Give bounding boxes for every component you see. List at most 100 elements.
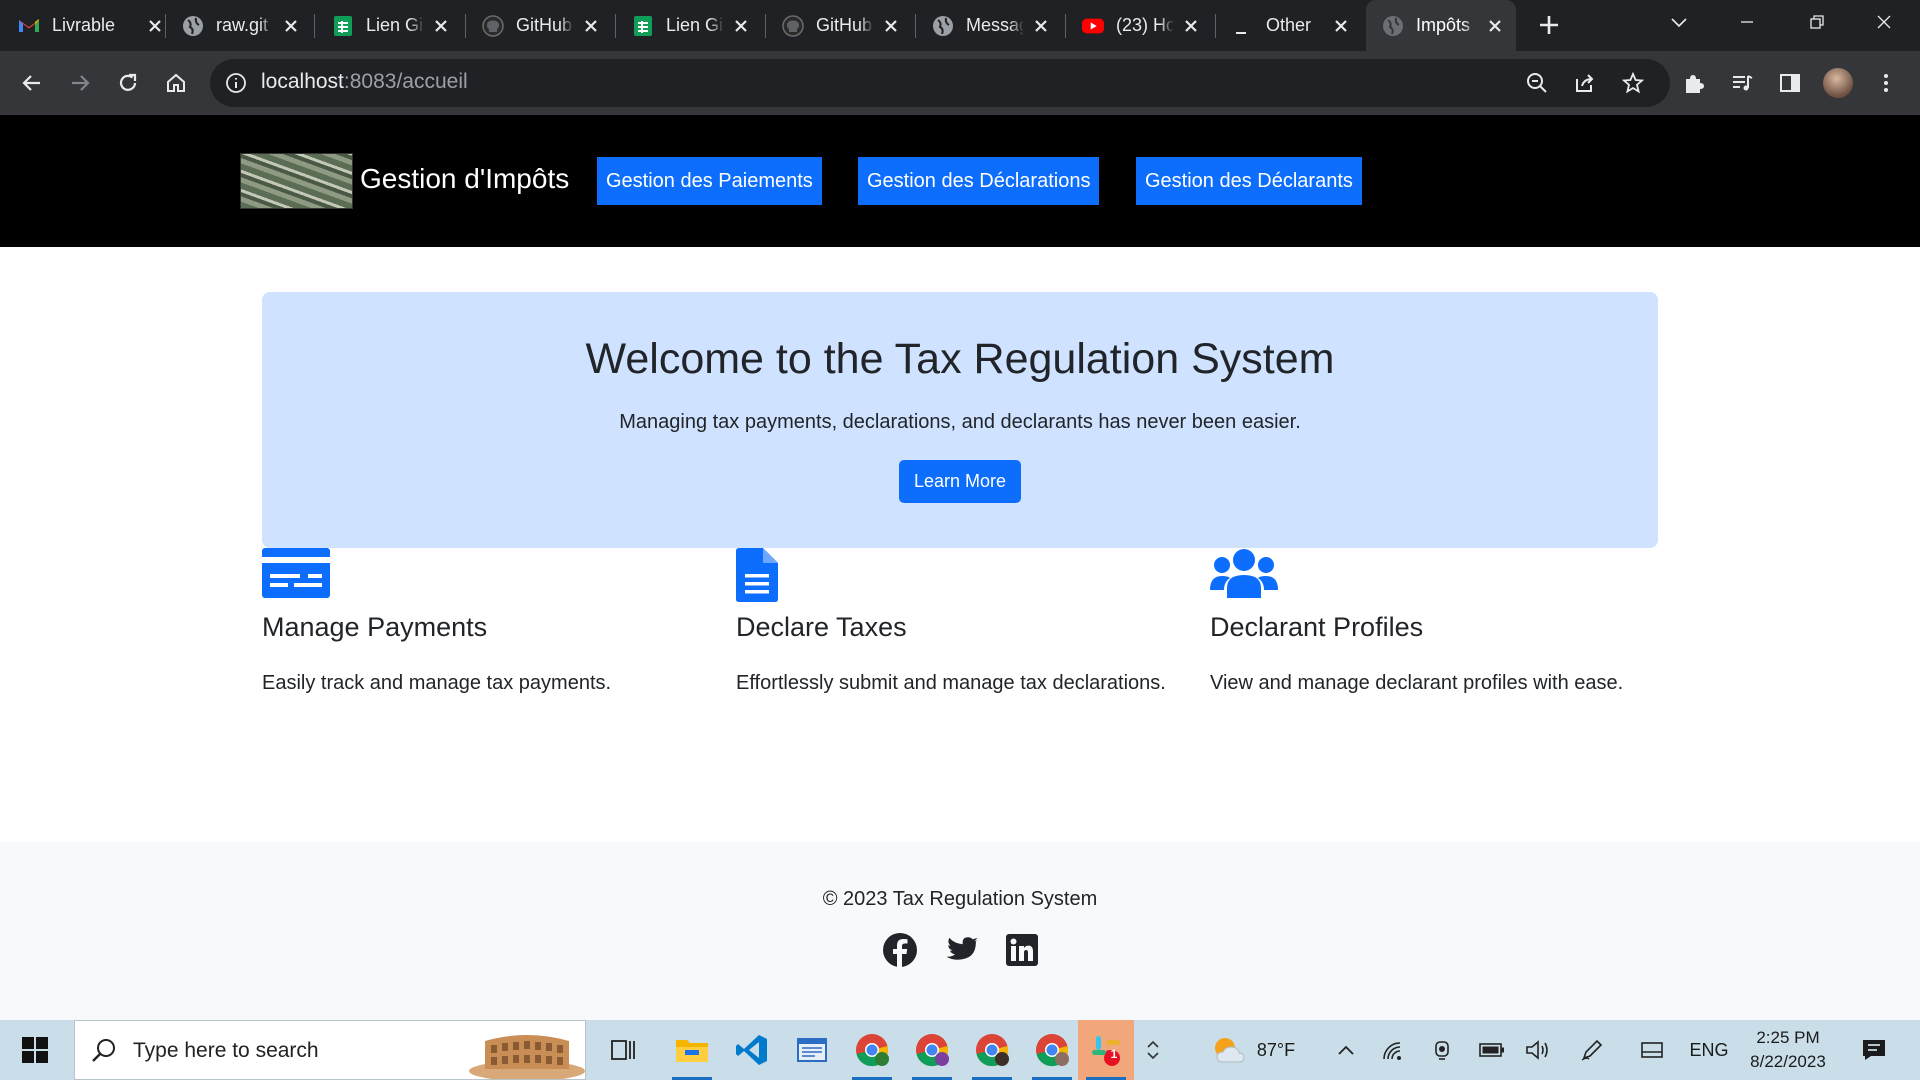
close-icon[interactable] <box>732 17 750 35</box>
media-controls-button[interactable] <box>1722 63 1762 103</box>
tab-lien-gi-2[interactable]: Lien Gi <box>632 0 750 51</box>
side-panel-button[interactable] <box>1770 63 1810 103</box>
tab-github-2[interactable]: GitHub <box>782 0 900 51</box>
search-icon <box>92 1039 115 1062</box>
profile-button[interactable] <box>1818 63 1858 103</box>
copyright-text: © 2023 Tax Regulation System <box>822 888 1098 910</box>
tab-github-1[interactable]: GitHub <box>482 0 600 51</box>
home-button[interactable] <box>156 63 196 103</box>
chrome-profile-4[interactable] <box>1024 1020 1080 1080</box>
nav-gestion-paiements[interactable]: Gestion des Paiements <box>597 157 822 205</box>
weather-widget[interactable]: 87°F <box>1198 1020 1308 1080</box>
close-icon[interactable] <box>582 17 600 35</box>
tab-raw-git[interactable]: raw.git <box>182 0 300 51</box>
extensions-button[interactable] <box>1674 63 1714 103</box>
tab-title: raw.git <box>216 15 269 35</box>
tab-separator <box>1215 14 1216 38</box>
system-clock[interactable]: 2:25 PM 8/22/2023 <box>1738 1026 1838 1074</box>
close-icon[interactable] <box>1032 17 1050 35</box>
close-icon[interactable] <box>1332 17 1350 35</box>
taskbar-scroll[interactable] <box>1138 1020 1168 1080</box>
slack-app[interactable]: 1 <box>1078 1020 1134 1080</box>
windows-taskbar: Type here to search 1 87°F ENG 2:25 PM 8… <box>0 1020 1920 1080</box>
chrome-profile-2[interactable] <box>904 1020 960 1080</box>
facebook-icon[interactable] <box>882 932 918 968</box>
camera-button[interactable] <box>1424 1020 1460 1080</box>
twitter-icon[interactable] <box>944 932 980 968</box>
restore-button[interactable] <box>1790 0 1844 44</box>
tab-youtube[interactable]: (23) Ho <box>1082 0 1200 51</box>
brand-title[interactable]: Gestion d'Impôts <box>360 163 569 195</box>
zoom-out-icon[interactable] <box>1525 71 1549 95</box>
tab-search-chevron[interactable] <box>1652 0 1706 44</box>
chevron-down-icon <box>1671 18 1687 28</box>
linkedin-icon[interactable] <box>1004 932 1040 968</box>
close-window-button[interactable] <box>1857 0 1911 44</box>
tab-lien-gi-1[interactable]: Lien Gi <box>332 0 450 51</box>
tab-separator <box>165 14 166 38</box>
tab-other[interactable]: Other <box>1232 0 1350 51</box>
tab-messages[interactable]: Messag <box>932 0 1050 51</box>
new-tab-icon[interactable] <box>1536 12 1562 38</box>
windows-logo-icon <box>22 1037 48 1063</box>
tab-title: Lien Gi <box>666 15 724 35</box>
credit-card-icon <box>262 548 330 598</box>
task-view-button[interactable] <box>596 1020 652 1080</box>
site-footer: © 2023 Tax Regulation System <box>0 842 1920 1020</box>
pen-button[interactable] <box>1574 1020 1610 1080</box>
taskbar-search-box[interactable]: Type here to search <box>74 1020 586 1080</box>
volume-button[interactable] <box>1520 1020 1556 1080</box>
vscode-app[interactable] <box>724 1020 780 1080</box>
folder-icon <box>676 1040 708 1062</box>
file-explorer-app[interactable] <box>664 1020 720 1080</box>
arrow-right-icon <box>72 75 90 91</box>
colosseum-search-highlight-icon[interactable] <box>469 1025 585 1079</box>
nav-gestion-declarants[interactable]: Gestion des Déclarants <box>1136 157 1362 205</box>
users-icon <box>1210 549 1278 598</box>
close-icon[interactable] <box>146 17 164 35</box>
reload-button[interactable] <box>108 63 148 103</box>
battery-button[interactable] <box>1474 1020 1510 1080</box>
github-icon <box>482 14 504 37</box>
minimize-button[interactable] <box>1720 0 1774 44</box>
sheets-icon <box>632 15 654 37</box>
hidden-icons-button[interactable] <box>1328 1020 1364 1080</box>
close-icon[interactable] <box>882 17 900 35</box>
close-icon[interactable] <box>1486 17 1504 35</box>
touch-keyboard-button[interactable] <box>1634 1020 1670 1080</box>
chrome-profile-1[interactable] <box>844 1020 900 1080</box>
browser-tab-strip: Livrable raw.git Lien Gi GitHub Lien Gi <box>0 0 1920 51</box>
window-app[interactable] <box>784 1020 840 1080</box>
tab-title: Impôts <box>1416 15 1471 35</box>
wifi-icon <box>1383 1042 1401 1060</box>
feature-title: Declare Taxes <box>736 612 907 642</box>
info-icon[interactable] <box>224 71 248 95</box>
nav-gestion-declarations[interactable]: Gestion des Déclarations <box>858 157 1100 205</box>
back-button[interactable] <box>12 63 52 103</box>
brand-logo-image[interactable] <box>240 153 353 209</box>
address-bar[interactable]: localhost:8083/accueil <box>210 59 1670 107</box>
forward-button[interactable] <box>60 63 100 103</box>
tab-impots[interactable]: Impôts <box>1366 0 1516 51</box>
learn-more-button[interactable]: Learn More <box>899 460 1021 503</box>
language-indicator[interactable]: ENG <box>1684 1020 1734 1080</box>
chrome-profile-3[interactable] <box>964 1020 1020 1080</box>
partly-sunny-icon <box>1214 1038 1245 1063</box>
url-text: localhost:8083/accueil <box>261 70 468 94</box>
menu-button[interactable] <box>1866 63 1906 103</box>
tab-livrable[interactable]: Livrable <box>18 0 164 51</box>
share-icon[interactable] <box>1573 71 1597 95</box>
hero-title: Welcome to the Tax Regulation System <box>585 335 1335 383</box>
start-button[interactable] <box>0 1020 70 1080</box>
sheets-icon <box>332 15 354 37</box>
close-icon[interactable] <box>432 17 450 35</box>
search-placeholder: Type here to search <box>133 1039 319 1062</box>
notifications-button[interactable] <box>1852 1020 1896 1080</box>
minus-icon <box>1232 15 1254 37</box>
network-button[interactable] <box>1374 1020 1410 1080</box>
feature-title: Declarant Profiles <box>1210 612 1424 642</box>
close-icon[interactable] <box>282 17 300 35</box>
close-icon[interactable] <box>1182 17 1200 35</box>
chrome-icon <box>976 1034 1009 1067</box>
bookmark-star-icon[interactable] <box>1621 71 1645 95</box>
